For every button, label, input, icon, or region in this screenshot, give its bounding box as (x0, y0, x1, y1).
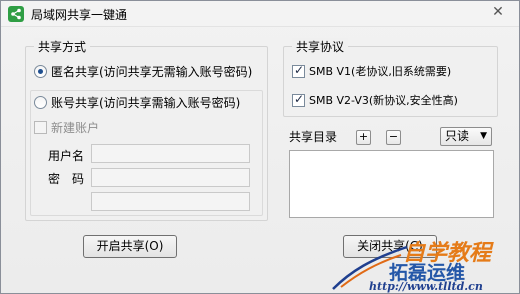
username-input[interactable] (91, 144, 250, 163)
new-account-checkbox[interactable] (34, 121, 47, 134)
account-share-label[interactable]: 账号共享(访问共享需输入账号密码) (51, 94, 240, 111)
protocol-title: 共享协议 (292, 38, 349, 55)
start-share-button[interactable]: 开启共享(O) (83, 235, 177, 258)
username-label: 用户名 (48, 149, 85, 163)
smb-v1-checkbox[interactable] (292, 63, 305, 78)
share-mode-title: 共享方式 (34, 38, 91, 55)
new-account-label: 新建账户 (51, 121, 100, 135)
directory-group: 共享目录 + − 只读 ▼ (283, 127, 498, 221)
window-title: 局域网共享一键通 (31, 8, 128, 22)
permission-dropdown[interactable]: 只读 ▼ (440, 127, 492, 146)
chevron-down-icon: ▼ (480, 131, 487, 141)
anonymous-share-radio[interactable] (34, 65, 47, 78)
close-icon: ✕ (492, 4, 504, 20)
permission-value: 只读 (445, 129, 470, 143)
directory-list[interactable] (289, 150, 494, 218)
anonymous-share-label[interactable]: 匿名共享(访问共享无需输入账号密码) (51, 63, 252, 80)
share-icon (8, 6, 24, 22)
directory-title: 共享目录 (289, 130, 338, 144)
add-directory-button[interactable]: + (356, 130, 371, 145)
account-share-radio[interactable] (34, 96, 47, 109)
watermark-url: http://www.tlltd.cn (369, 280, 483, 293)
smb-v1-label[interactable]: SMB V1(老协议,旧系统需要) (309, 63, 451, 79)
app-window: 局域网共享一键通 ✕ 共享方式 匿名共享(访问共享无需输入账号密码) 账号共享(… (0, 0, 520, 294)
smb-v2-label[interactable]: SMB V2-V3(新协议,安全性高) (309, 92, 458, 108)
remove-directory-button[interactable]: − (386, 130, 401, 145)
password-label: 密 码 (48, 172, 85, 186)
title-bar: 局域网共享一键通 ✕ (1, 1, 519, 27)
password-input[interactable] (91, 168, 250, 187)
minus-icon: − (388, 130, 399, 143)
protocol-group: 共享协议 SMB V1(老协议,旧系统需要) SMB V2-V3(新协议,安全性… (283, 38, 498, 117)
share-mode-group: 共享方式 匿名共享(访问共享无需输入账号密码) 账号共享(访问共享需输入账号密码… (25, 38, 268, 221)
smb-v2-checkbox[interactable] (292, 92, 305, 107)
confirm-password-input[interactable] (91, 192, 250, 211)
plus-icon: + (358, 130, 369, 143)
close-button[interactable]: ✕ (485, 3, 511, 23)
